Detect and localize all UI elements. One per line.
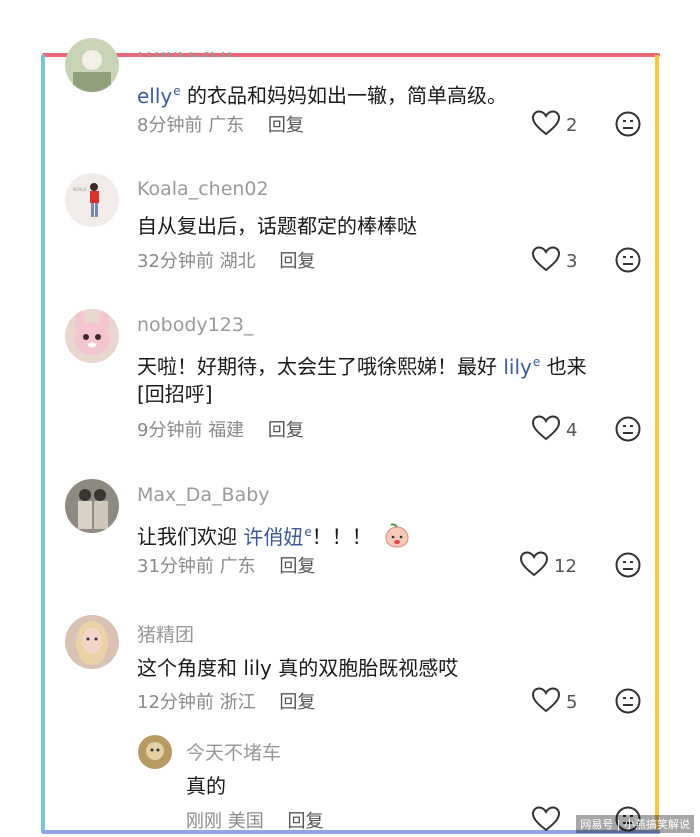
mention-link[interactable]: 许俏妞𝖾: [243, 525, 311, 549]
heart-outline-icon: [531, 415, 561, 445]
search-icon: 𝖾: [304, 525, 312, 539]
reply-button[interactable]: 回复: [279, 692, 315, 713]
reply-text: 真的: [186, 774, 226, 798]
comment-meta: 32分钟前 湖北 回复: [137, 247, 315, 273]
like-count: 5: [566, 691, 578, 713]
frame-right-border: [655, 55, 659, 833]
comment-text: 让我们欢迎 许俏妞𝖾！！！: [137, 516, 410, 553]
comment-location: 福建: [208, 420, 245, 441]
neutral-face-icon[interactable]: [615, 416, 641, 442]
mention-link[interactable]: lily𝖾: [503, 355, 540, 379]
heart-outline-icon: [531, 246, 561, 276]
comment-username[interactable]: Francesca: [137, 52, 232, 62]
neutral-face-icon[interactable]: [615, 688, 641, 714]
heart-outline-icon: [531, 110, 561, 140]
reply-time: 刚刚: [186, 811, 222, 832]
avatar[interactable]: KOALA: [65, 173, 119, 227]
comment-meta: 12分钟前 浙江 回复: [137, 688, 315, 714]
peach-face-emoji: [385, 523, 409, 548]
like-button[interactable]: 4: [531, 415, 578, 445]
reply-button[interactable]: 回复: [268, 115, 304, 136]
reply-location: 美国: [227, 811, 264, 832]
avatar[interactable]: [65, 479, 119, 533]
like-button[interactable]: 3: [531, 246, 578, 276]
frame-bottom-border: [42, 830, 660, 834]
heart-outline-icon: [531, 687, 561, 717]
neutral-face-icon[interactable]: [615, 552, 641, 578]
like-count: 4: [566, 419, 578, 441]
search-icon: 𝖾: [173, 84, 181, 98]
avatar[interactable]: [65, 615, 119, 669]
comment-text: elly𝖾 的衣品和妈妈如出一辙，简单高级。: [137, 83, 508, 108]
reply-meta: 刚刚 美国 回复: [186, 807, 323, 833]
comment-text: 自从复出后，话题都定的棒棒哒: [137, 214, 417, 238]
comment-username[interactable]: Max_Da_Baby: [137, 484, 270, 506]
avatar[interactable]: [138, 735, 172, 769]
like-button[interactable]: 2: [531, 110, 578, 140]
like-button[interactable]: 12: [519, 551, 577, 581]
reply-button[interactable]: 回复: [268, 420, 304, 441]
heart-outline-icon: [519, 551, 549, 581]
comment-meta: 8分钟前 广东 回复: [137, 111, 304, 137]
comment-location: 广东: [219, 556, 256, 577]
reply-username[interactable]: 今天不堵车: [186, 738, 281, 765]
comment-username[interactable]: Koala_chen02: [137, 178, 269, 200]
like-button[interactable]: [531, 806, 561, 836]
comment-username[interactable]: nobody123_: [137, 314, 253, 336]
comment-location: 广东: [208, 115, 245, 136]
comment-location: 湖北: [219, 251, 256, 272]
like-count: 3: [566, 250, 578, 272]
neutral-face-icon[interactable]: [615, 247, 641, 273]
comment-time: 9分钟前: [137, 420, 203, 441]
comment-username[interactable]: 猪精团: [137, 620, 194, 647]
comment-text: 这个角度和 lily 真的双胞胎既视感哎: [137, 656, 459, 680]
frame-top-border: [42, 53, 660, 57]
comment-text-line2: [回招呼]: [137, 382, 213, 406]
avatar[interactable]: [65, 38, 119, 92]
svg-text:KOALA: KOALA: [73, 187, 87, 192]
frame-left-border: [41, 55, 45, 833]
like-button[interactable]: 5: [531, 687, 578, 717]
comment-location: 浙江: [219, 692, 256, 713]
reply-button[interactable]: 回复: [279, 556, 315, 577]
comment-time: 8分钟前: [137, 115, 203, 136]
like-count: 2: [566, 114, 578, 136]
comment-time: 12分钟前: [137, 692, 214, 713]
watermark: 网易号 | 小燕搞笑解说: [576, 815, 694, 833]
mention-link[interactable]: elly𝖾: [137, 84, 181, 108]
reply-button[interactable]: 回复: [279, 251, 315, 272]
like-count: 12: [554, 555, 577, 577]
comment-time: 31分钟前: [137, 556, 214, 577]
comment-time: 32分钟前: [137, 251, 214, 272]
comment-meta: 9分钟前 福建 回复: [137, 416, 304, 442]
reply-button[interactable]: 回复: [287, 811, 323, 832]
heart-outline-icon: [531, 806, 561, 836]
avatar[interactable]: [65, 309, 119, 363]
comment-meta: 31分钟前 广东 回复: [137, 552, 315, 578]
neutral-face-icon[interactable]: [615, 111, 641, 137]
